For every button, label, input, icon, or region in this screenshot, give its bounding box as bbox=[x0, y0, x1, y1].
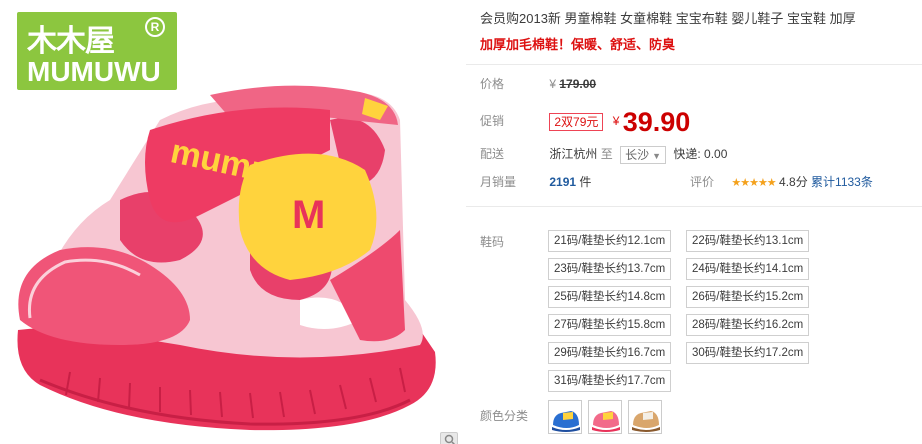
size-option[interactable]: 24码/鞋垫长约14.1cm bbox=[686, 258, 810, 280]
size-option[interactable]: 29码/鞋垫长约16.7cm bbox=[548, 342, 672, 364]
size-option[interactable]: 26码/鞋垫长约15.2cm bbox=[686, 286, 810, 308]
review-count-link[interactable]: 累计1133条 bbox=[811, 175, 873, 189]
product-subtitle: 加厚加毛棉鞋！保暖、舒适、防臭 bbox=[480, 37, 676, 52]
shipping-to-word: 至 bbox=[600, 147, 613, 161]
shipping-fee: 0.00 bbox=[704, 147, 728, 161]
promo-label: 促销 bbox=[480, 114, 505, 128]
rating-score: 4.8分 bbox=[779, 175, 808, 189]
promo-badge[interactable]: 2双79元 bbox=[549, 112, 604, 131]
size-label-row: 鞋码 bbox=[480, 230, 546, 254]
promo-currency: ¥ bbox=[612, 114, 620, 128]
rating-label: 评价 bbox=[690, 175, 715, 189]
product-title: 会员购2013新 男童棉鞋 女童棉鞋 宝宝布鞋 婴儿鞋子 宝宝鞋 加厚 bbox=[480, 11, 856, 26]
divider bbox=[466, 64, 922, 65]
sales-row: 月销量 2191 件 评价 ★★★★★ 4.8分 累计1133条 bbox=[480, 170, 920, 194]
tan-shoe-thumbnail-icon bbox=[632, 411, 660, 432]
zoom-icon[interactable] bbox=[440, 432, 458, 444]
currency-symbol: ¥ bbox=[549, 77, 557, 91]
size-option[interactable]: 27码/鞋垫长约15.8cm bbox=[548, 314, 672, 336]
shipping-label: 配送 bbox=[480, 147, 505, 161]
logo-chinese-text: 木木屋 bbox=[27, 24, 115, 59]
original-price-value: 179.00 bbox=[559, 77, 597, 91]
product-info-panel: 会员购2013新 男童棉鞋 女童棉鞋 宝宝布鞋 婴儿鞋子 宝宝鞋 加厚 加厚加毛… bbox=[466, 0, 922, 444]
divider bbox=[466, 206, 922, 207]
svg-text:M: M bbox=[292, 193, 325, 237]
destination-value: 长沙 bbox=[625, 147, 650, 162]
size-option[interactable]: 23码/鞋垫长约13.7cm bbox=[548, 258, 672, 280]
price-label: 价格 bbox=[480, 77, 505, 91]
brand-logo: 木木屋 R MUMUWU bbox=[17, 12, 177, 90]
destination-select[interactable]: 长沙 ▼ bbox=[620, 145, 666, 164]
rating-group: 评价 ★★★★★ 4.8分 累计1133条 bbox=[690, 170, 873, 195]
color-label-row: 颜色分类 bbox=[480, 404, 546, 428]
price-row: 价格 ¥ 179.00 bbox=[480, 72, 596, 96]
size-option[interactable]: 31码/鞋垫长约17.7cm bbox=[548, 370, 672, 392]
shipping-row: 配送 浙江杭州 至 长沙 ▼ 快递: 0.00 bbox=[480, 142, 727, 166]
sales-unit: 件 bbox=[579, 175, 592, 189]
size-option[interactable]: 22码/鞋垫长约13.1cm bbox=[686, 230, 810, 252]
promo-price: 39.90 bbox=[622, 106, 691, 137]
color-label: 颜色分类 bbox=[480, 409, 529, 423]
star-rating-icon: ★★★★★ bbox=[731, 177, 776, 189]
color-swatch-pink[interactable] bbox=[588, 400, 622, 434]
chevron-down-icon: ▼ bbox=[652, 150, 661, 161]
blue-shoe-thumbnail-icon bbox=[552, 411, 580, 432]
shipping-fee-label: 快递: bbox=[673, 147, 701, 161]
product-image-gallery[interactable]: mumuwu M 木木屋 R MUMUWU bbox=[0, 0, 462, 444]
size-option[interactable]: 25码/鞋垫长约14.8cm bbox=[548, 286, 672, 308]
pink-shoe-thumbnail-icon bbox=[592, 411, 620, 432]
sales-label: 月销量 bbox=[480, 175, 517, 189]
color-swatch-tan[interactable] bbox=[628, 400, 662, 434]
original-price: ¥ 179.00 bbox=[549, 77, 596, 91]
size-option[interactable]: 30码/鞋垫长约17.2cm bbox=[686, 342, 810, 364]
sales-count: 2191 bbox=[549, 175, 577, 189]
size-option[interactable]: 21码/鞋垫长约12.1cm bbox=[548, 230, 672, 252]
registered-mark: R bbox=[145, 17, 165, 37]
promo-row: 促销 2双79元 ¥ 39.90 bbox=[480, 104, 690, 138]
size-option[interactable]: 28码/鞋垫长约16.2cm bbox=[686, 314, 810, 336]
color-swatch-blue[interactable] bbox=[548, 400, 582, 434]
logo-english-text: MUMUWU bbox=[27, 56, 161, 87]
shipping-origin: 浙江杭州 bbox=[549, 147, 598, 161]
size-label: 鞋码 bbox=[480, 235, 505, 249]
